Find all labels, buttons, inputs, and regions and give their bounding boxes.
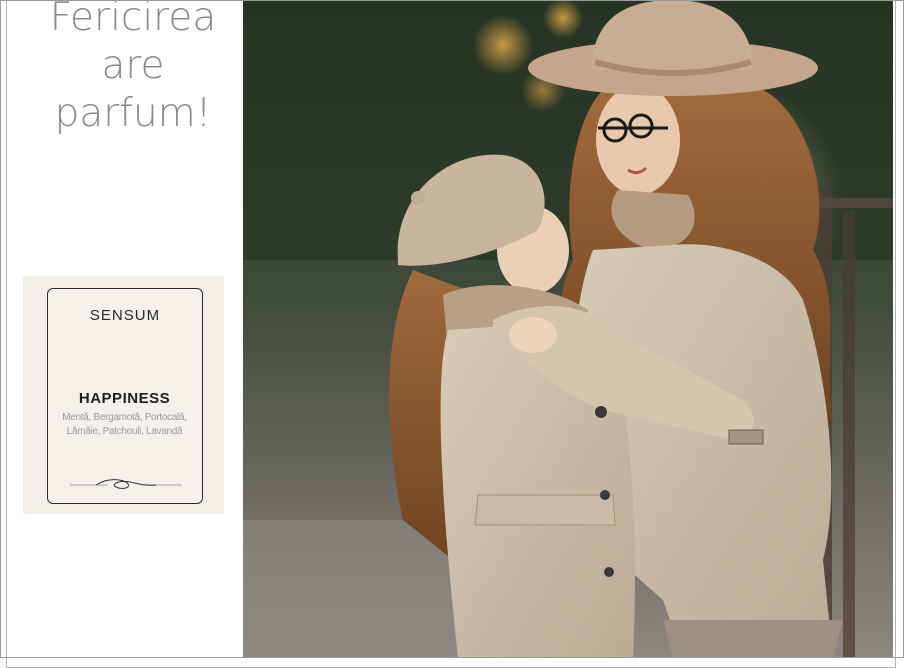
product-label: SENSUM HAPPINESS Mentă, Bergamotă, Porto… <box>47 288 203 504</box>
notes-line-2: Lămâie, Patchouli, Lavandă <box>66 426 183 437</box>
product-card: SENSUM HAPPINESS Mentă, Bergamotă, Porto… <box>23 276 224 514</box>
product-name: HAPPINESS <box>78 390 171 407</box>
headline: Fericirea are parfum! <box>20 0 246 138</box>
brand-name: SENSUM <box>89 307 161 324</box>
two-girls-hugging-photo <box>243 0 893 658</box>
hero-photo <box>243 0 893 658</box>
notes-line-1: Mentă, Bergamotă, Portocală, <box>62 412 187 423</box>
headline-line-3: parfum! <box>54 91 212 136</box>
fragrance-notes: Mentă, Bergamotă, Portocală, Lămâie, Pat… <box>24 411 225 439</box>
headline-line-2: are <box>101 43 165 88</box>
ornament-icon <box>70 479 182 489</box>
headline-line-1: Fericirea <box>49 0 217 40</box>
